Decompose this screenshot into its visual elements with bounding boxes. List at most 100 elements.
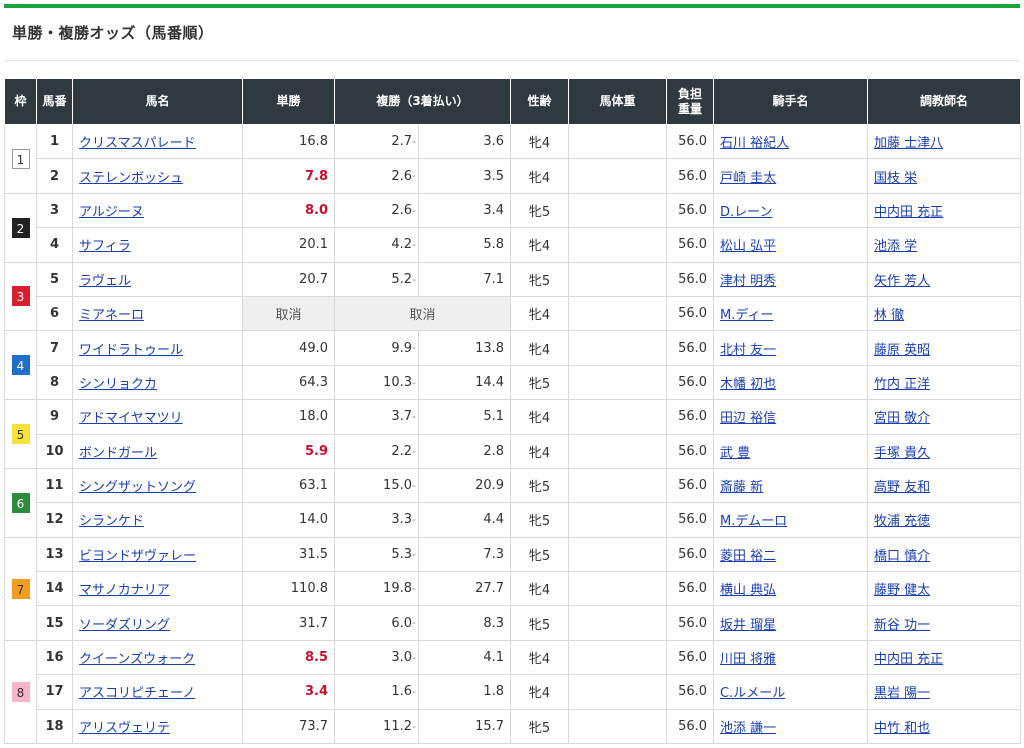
horse-name-link[interactable]: シランケド <box>79 514 144 529</box>
table-row: 8 16 クイーンズウォーク 8.5 3.0-4.1 牝4 56.0 川田 将雅 中内田 充正 <box>4 639 1022 745</box>
table-header-row: 枠 馬番 馬名 単勝 複勝（3着払い） 性齢 馬体重 負担 重量 騎手名 調教師… <box>4 78 1022 125</box>
jockey-link[interactable]: 津村 明秀 <box>720 274 776 289</box>
horse-name-link[interactable]: アルジーヌ <box>79 205 144 220</box>
jockey-link[interactable]: M.デムーロ <box>720 514 787 529</box>
place-odds-min: 2.6 <box>391 202 412 218</box>
header-burden-line2: 重量 <box>678 101 703 116</box>
range-separator: - <box>412 444 416 458</box>
trainer-link[interactable]: 中竹 和也 <box>874 721 930 736</box>
win-odds: 49.0 <box>242 330 335 366</box>
horse-number: 11 <box>36 467 73 504</box>
trainer-link[interactable]: 中内田 充正 <box>874 205 943 220</box>
jockey-cell: 戸崎 圭太 <box>713 158 869 194</box>
trainer-link[interactable]: 藤野 健太 <box>874 583 930 598</box>
place-odds-max: 7.3 <box>417 536 512 573</box>
range-separator: - <box>412 272 416 286</box>
trainer-link[interactable]: 林 徹 <box>874 308 904 323</box>
horse-name-cell: ミアネーロ <box>72 295 243 332</box>
place-odds-min: 3.0 <box>391 650 412 666</box>
trainer-link[interactable]: 宮田 敬介 <box>874 411 930 426</box>
jockey-link[interactable]: 横山 典弘 <box>720 583 776 598</box>
horse-name-link[interactable]: シンリョクカ <box>79 377 157 392</box>
horse-name-link[interactable]: アドマイヤマツリ <box>79 411 183 426</box>
horse-name-link[interactable]: ソーダズリング <box>79 618 170 633</box>
waku-cell: 6 <box>4 467 37 538</box>
horse-name-link[interactable]: アスコリピチェーノ <box>79 686 195 701</box>
sex-age: 牝4 <box>510 674 570 710</box>
horse-name-link[interactable]: クリスマスパレード <box>79 136 196 151</box>
table-row: 14 マサノカナリア 110.8 19.8-27.7 牝4 56.0 横山 典弘 藤野 健太 <box>5 571 1022 607</box>
horse-name-link[interactable]: ステレンボッシュ <box>79 171 183 186</box>
body-weight <box>568 295 668 332</box>
jockey-link[interactable]: M.ディー <box>720 308 773 323</box>
jockey-link[interactable]: 戸崎 圭太 <box>720 171 776 186</box>
jockey-link[interactable]: C.ルメール <box>720 686 785 701</box>
table-row: 2 ステレンボッシュ 7.8 2.6-3.5 牝4 56.0 戸崎 圭太 国枝 栄 <box>5 158 1022 194</box>
trainer-link[interactable]: 藤原 英昭 <box>874 343 930 358</box>
jockey-link[interactable]: 石川 裕紀人 <box>720 136 789 151</box>
jockey-link[interactable]: 菱田 裕二 <box>720 549 776 564</box>
trainer-link[interactable]: 池添 学 <box>874 239 917 254</box>
trainer-cell: 国枝 栄 <box>867 158 1022 194</box>
range-separator: - <box>412 719 416 733</box>
horse-number: 12 <box>36 502 73 538</box>
horse-name-link[interactable]: マサノカナリア <box>79 583 170 598</box>
trainer-link[interactable]: 加藤 士津八 <box>874 136 943 151</box>
body-weight <box>568 536 668 573</box>
waku-badge: 6 <box>11 492 30 513</box>
place-odds-min: 1.6 <box>391 684 412 700</box>
waku-cell: 7 <box>4 536 37 641</box>
trainer-link[interactable]: 中内田 充正 <box>874 652 943 667</box>
jockey-link[interactable]: 田辺 裕信 <box>720 411 776 426</box>
place-odds-max: 8.3 <box>417 605 512 641</box>
jockey-link[interactable]: 武 豊 <box>720 446 750 461</box>
jockey-link[interactable]: 坂井 瑠星 <box>720 618 776 633</box>
jockey-cell: 川田 将雅 <box>713 639 869 676</box>
horse-name-link[interactable]: ボンドガール <box>79 446 157 461</box>
jockey-link[interactable]: 松山 弘平 <box>720 239 776 254</box>
horse-name-link[interactable]: クイーンズウォーク <box>79 652 195 667</box>
horse-name-link[interactable]: ラヴェル <box>79 274 131 289</box>
header-waku: 枠 <box>4 78 37 125</box>
horse-name-cell: シングザットソング <box>72 467 243 504</box>
horse-name-cell: ビヨンドザヴァレー <box>72 536 243 573</box>
trainer-cell: 藤野 健太 <box>867 571 1022 607</box>
horse-name-cell: アルジーヌ <box>72 192 243 229</box>
horse-name-link[interactable]: ビヨンドザヴァレー <box>79 549 196 564</box>
horse-name-link[interactable]: アリスヴェリテ <box>79 721 170 736</box>
trainer-link[interactable]: 国枝 栄 <box>874 171 917 186</box>
table-row: 5 9 アドマイヤマツリ 18.0 3.7-5.1 牝4 56.0 田辺 裕信 宮田 敬介 <box>4 399 1022 469</box>
horse-name-link[interactable]: ミアネーロ <box>79 308 144 323</box>
horse-name-link[interactable]: シングザットソング <box>79 480 196 495</box>
header-horse: 馬名 <box>72 78 243 125</box>
trainer-link[interactable]: 竹内 正洋 <box>874 377 930 392</box>
win-odds: 18.0 <box>242 399 335 435</box>
jockey-link[interactable]: 川田 将雅 <box>720 652 776 667</box>
trainer-link[interactable]: 矢作 芳人 <box>874 274 930 289</box>
trainer-link[interactable]: 橋口 慎介 <box>874 549 930 564</box>
place-odds-max: 15.7 <box>417 708 512 745</box>
trainer-link[interactable]: 新谷 功一 <box>874 618 930 633</box>
trainer-link[interactable]: 黒岩 陽一 <box>874 686 930 701</box>
jockey-link[interactable]: 木幡 初也 <box>720 377 776 392</box>
win-odds: 20.7 <box>242 261 335 297</box>
trainer-link[interactable]: 高野 友和 <box>874 480 930 495</box>
jockey-link[interactable]: 池添 謙一 <box>720 721 776 736</box>
sex-age: 牝4 <box>510 330 570 366</box>
trainer-link[interactable]: 牧浦 充徳 <box>874 514 930 529</box>
place-odds-max: 13.8 <box>417 330 512 366</box>
horse-name-link[interactable]: ワイドラトゥール <box>79 343 183 358</box>
table-row: 10 ボンドガール 5.9 2.2-2.8 牝4 56.0 武 豊手塚 貴久 <box>5 433 1022 469</box>
table-row: 1 1 クリスマスパレード 16.8 2.7-3.6 牝4 56.0 石川 裕紀人 加藤 士津八 <box>4 123 1022 194</box>
jockey-link[interactable]: 斎藤 新 <box>720 480 763 495</box>
place-odds-min: 15.0 <box>383 478 412 494</box>
place-odds-min-cell: 5.2- <box>334 261 419 297</box>
place-odds-min-cell: 2.2- <box>334 433 419 469</box>
sex-age: 牝5 <box>510 261 570 297</box>
trainer-link[interactable]: 手塚 貴久 <box>874 446 930 461</box>
place-odds-max: 3.6 <box>417 123 512 160</box>
jockey-link[interactable]: 北村 友一 <box>720 343 776 358</box>
jockey-link[interactable]: D.レーン <box>720 205 773 220</box>
horse-name-link[interactable]: サフィラ <box>79 239 131 254</box>
sex-age: 牝4 <box>510 639 570 676</box>
